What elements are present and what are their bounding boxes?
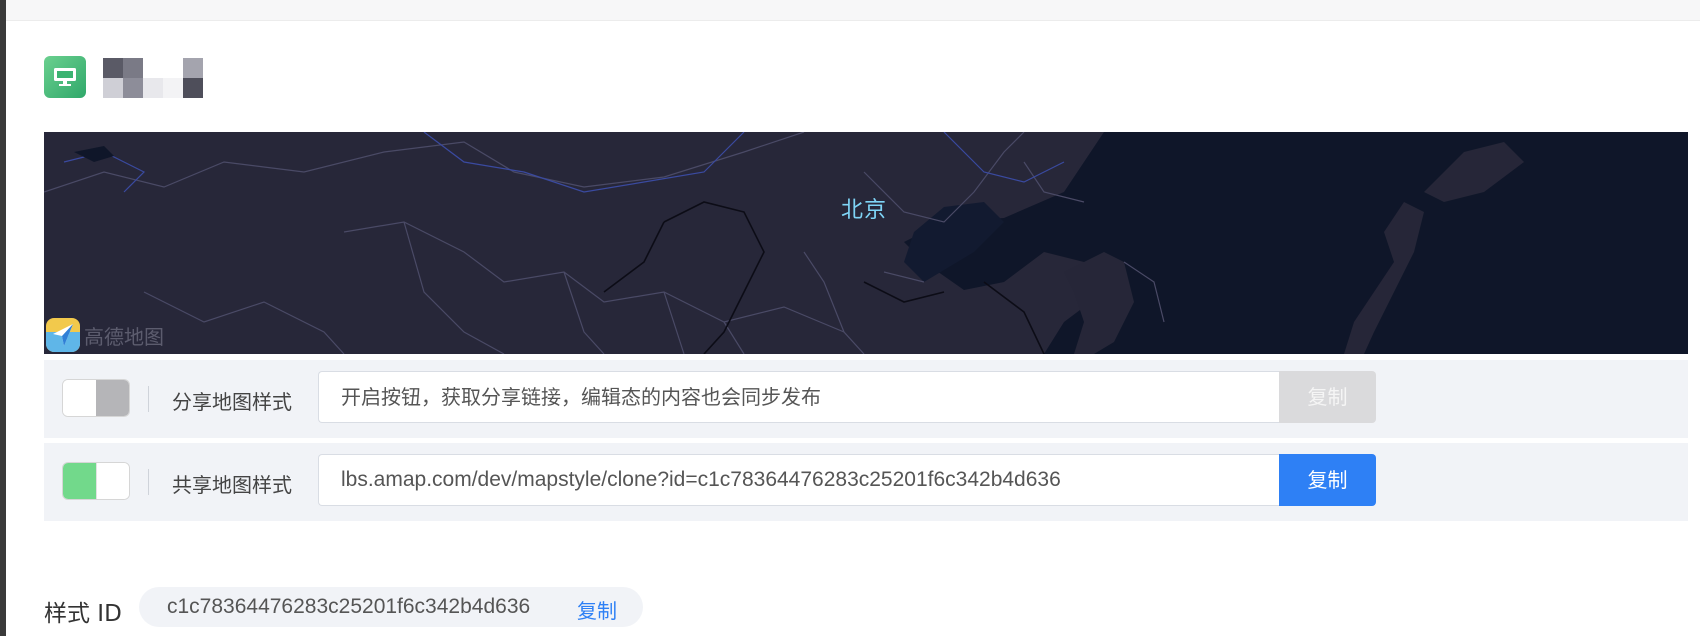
style-id-value: c1c78364476283c25201f6c342b4d636 [167,595,531,618]
window-left-edge [0,0,6,636]
public-style-label: 共享地图样式 [172,473,292,497]
share-link-input[interactable]: 开启按钮，获取分享链接，编辑态的内容也会同步发布 [318,371,1326,423]
map-preview[interactable]: 北京 高德地图 [44,132,1688,354]
style-id-pill: c1c78364476283c25201f6c342b4d636 复制 [139,587,643,627]
public-copy-button[interactable]: 复制 [1279,454,1376,506]
public-map-style-row: 共享地图样式 lbs.amap.com/dev/mapstyle/clone?i… [44,443,1688,521]
map-artwork [44,132,1688,354]
top-bar [6,0,1700,21]
divider [148,386,149,412]
style-name-masked [103,58,205,98]
map-city-label: 北京 [841,198,888,223]
public-style-toggle[interactable] [62,462,130,500]
amap-logo-icon [46,318,80,352]
amap-logo: 高德地图 [46,318,164,352]
public-link-input[interactable]: lbs.amap.com/dev/mapstyle/clone?id=c1c78… [318,454,1326,506]
share-style-toggle[interactable] [62,379,130,417]
share-copy-button[interactable]: 复制 [1279,371,1376,423]
style-id-copy-link[interactable]: 复制 [577,595,617,624]
share-map-style-row: 分享地图样式 开启按钮，获取分享链接，编辑态的内容也会同步发布 复制 [44,360,1688,438]
style-id-label: 样式 ID [44,601,122,627]
share-style-label: 分享地图样式 [172,390,292,414]
desktop-monitor-icon [44,56,86,98]
divider [148,469,149,495]
amap-logo-text: 高德地图 [84,324,164,349]
